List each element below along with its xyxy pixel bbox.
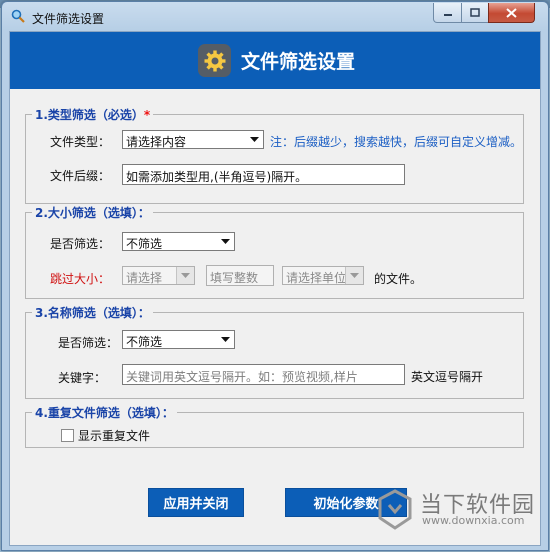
type-filter-group: 1.类型筛选（必选）* 文件类型： 请选择内容 注：后缀越少，搜索越快，后缀可自…	[25, 106, 524, 204]
chevron-down-icon[interactable]	[217, 331, 234, 348]
file-type-select[interactable]: 请选择内容	[122, 130, 264, 149]
file-suffix-input[interactable]: 如需添加类型用,(半角逗号)隔开。	[122, 164, 405, 185]
size-number-input[interactable]: 填写整数	[206, 265, 274, 286]
chevron-down-icon[interactable]	[246, 131, 263, 148]
dialog-body: 文件筛选设置 1.类型筛选（必选）* 文件类型： 请选择内容 注：后缀越少，搜索…	[9, 31, 541, 546]
dialog-window: 文件筛选设置 文件筛选设置 1.类型筛选（必选）* 文件类型： 请选择内容 注：…	[1, 1, 549, 551]
size-filter-select[interactable]: 不筛选	[122, 232, 235, 251]
size-filter-label: 是否筛选：	[50, 237, 111, 251]
minimize-button[interactable]	[433, 3, 462, 23]
maximize-icon	[470, 8, 480, 17]
chevron-down-icon[interactable]	[217, 233, 234, 250]
show-duplicates-checkbox[interactable]	[61, 429, 74, 442]
size-operator-select[interactable]: 请选择	[122, 266, 195, 285]
file-suffix-label: 文件后缀：	[50, 169, 111, 183]
close-icon	[506, 7, 517, 18]
name-filter-group: 3.名称筛选（选填）： 是否筛选： 不筛选 关键字： 关键词用英文逗号隔开。如：…	[25, 304, 524, 399]
search-icon	[11, 9, 25, 23]
header-title: 文件筛选设置	[241, 51, 356, 73]
duplicate-filter-legend: 4.重复文件筛选（选填）：	[32, 404, 177, 421]
required-mark: *	[143, 108, 151, 122]
keyword-input[interactable]: 关键词用英文逗号隔开。如：预览视频,样片	[122, 364, 405, 385]
header-banner: 文件筛选设置	[10, 32, 540, 89]
type-hint-note: 注：后缀越少，搜索越快，后缀可自定义增减。	[270, 135, 523, 149]
keyword-label: 关键字：	[58, 371, 107, 385]
size-filter-legend: 2.大小筛选（选填）：	[32, 204, 153, 221]
size-filter-group: 2.大小筛选（选填）： 是否筛选： 不筛选 跳过大小： 请选择 填写整数 请选择…	[25, 204, 524, 299]
window-title: 文件筛选设置	[32, 12, 105, 26]
skip-size-label: 跳过大小：	[50, 272, 111, 286]
duplicate-filter-group: 4.重复文件筛选（选填）： 显示重复文件	[25, 404, 524, 448]
minimize-icon	[443, 13, 452, 16]
watermark-logo-icon	[378, 489, 412, 530]
chevron-down-icon[interactable]	[345, 267, 363, 284]
gear-icon	[198, 44, 231, 77]
file-type-label: 文件类型：	[50, 135, 111, 149]
keyword-hint: 英文逗号隔开	[411, 370, 484, 384]
size-unit-select[interactable]: 请选择单位	[282, 266, 364, 285]
show-duplicates-label[interactable]: 显示重复文件	[78, 427, 150, 444]
title-bar[interactable]: 文件筛选设置	[2, 2, 548, 32]
name-filter-label: 是否筛选：	[58, 336, 119, 350]
chevron-down-icon[interactable]	[176, 267, 194, 284]
name-filter-select[interactable]: 不筛选	[122, 330, 235, 349]
close-button[interactable]	[488, 3, 535, 23]
size-suffix-text: 的文件。	[374, 272, 423, 286]
maximize-button[interactable]	[461, 3, 489, 23]
apply-close-button[interactable]: 应用并关闭	[148, 488, 244, 517]
watermark-url: www.downxia.com	[422, 514, 525, 527]
name-filter-legend: 3.名称筛选（选填）：	[32, 304, 153, 321]
type-filter-legend: 1.类型筛选（必选）*	[32, 106, 154, 123]
